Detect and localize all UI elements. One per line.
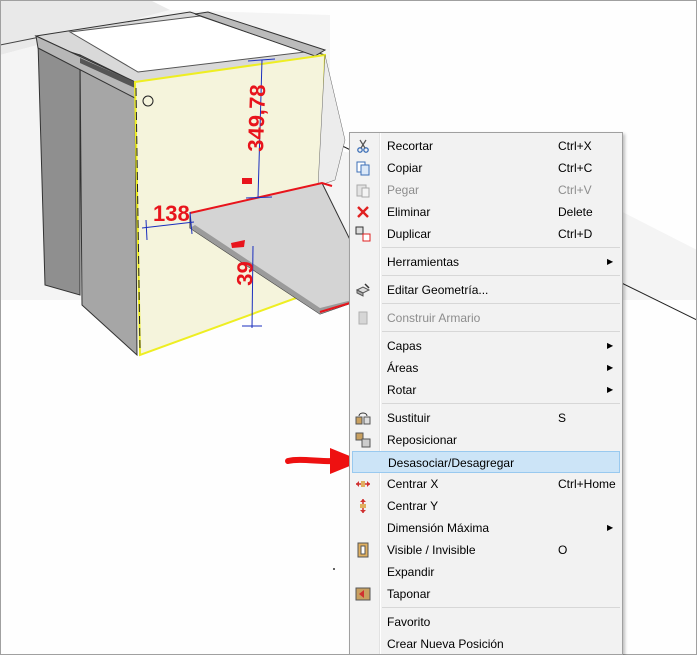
build-cabinet-icon <box>358 311 368 325</box>
menu-label: Desasociar/Desagregar <box>388 456 515 470</box>
menu-label: Crear Nueva Posición <box>387 637 504 651</box>
menu-label: Expandir <box>387 565 435 579</box>
menu-label: Visible / Invisible <box>387 543 476 557</box>
menu-item-expandir[interactable]: Expandir <box>352 561 620 583</box>
menu-label: Centrar X <box>387 477 439 491</box>
edit-geometry-icon <box>355 283 371 297</box>
menu-label: Duplicar <box>387 227 432 241</box>
menu-item-dimension-maxima[interactable]: Dimensión Máxima ▶ <box>352 517 620 539</box>
menu-item-construir-armario[interactable]: Construir Armario <box>352 307 620 329</box>
menu-item-visible-invisible[interactable]: Visible / Invisible O <box>352 539 620 561</box>
reposition-icon <box>355 432 371 448</box>
visibility-icon <box>357 542 369 558</box>
submenu-arrow-icon: ▶ <box>607 257 614 266</box>
menu-item-favorito[interactable]: Favorito <box>352 611 620 633</box>
menu-label: Dimensión Máxima <box>387 521 490 535</box>
menu-label: Construir Armario <box>387 311 481 325</box>
menu-item-rotar[interactable]: Rotar ▶ <box>352 379 620 401</box>
menu-shortcut: Ctrl+X <box>558 139 592 153</box>
menu-item-duplicar[interactable]: Duplicar Ctrl+D <box>352 223 620 245</box>
menu-shortcut: Delete <box>558 205 593 219</box>
menu-label: Reposicionar <box>387 433 458 447</box>
submenu-arrow-icon: ▶ <box>607 385 614 394</box>
menu-item-taponar[interactable]: Taponar <box>352 583 620 605</box>
menu-label: Editar Geometría... <box>387 283 489 297</box>
menu-shortcut: Ctrl+D <box>558 227 593 241</box>
menu-shortcut: S <box>558 411 567 425</box>
duplicate-icon <box>355 226 371 242</box>
menu-label: Taponar <box>387 587 431 601</box>
menu-item-crear-nueva-posicion[interactable]: Crear Nueva Posición <box>352 633 620 655</box>
submenu-arrow-icon: ▶ <box>607 523 614 532</box>
menu-item-centrar-x[interactable]: Centrar X Ctrl+Home <box>352 473 620 495</box>
plug-icon <box>355 587 371 601</box>
menu-label: Favorito <box>387 615 431 629</box>
menu-label: Sustituir <box>387 411 431 425</box>
menu-label: Rotar <box>387 383 417 397</box>
menu-shortcut: Ctrl+C <box>558 161 593 175</box>
menu-label: Capas <box>387 339 422 353</box>
menu-label: Eliminar <box>387 205 431 219</box>
menu-label: Herramientas <box>387 255 460 269</box>
menu-item-eliminar[interactable]: Eliminar Delete <box>352 201 620 223</box>
menu-item-editar-geometria[interactable]: Editar Geometría... <box>352 279 620 301</box>
menu-item-herramientas[interactable]: Herramientas ▶ <box>352 251 620 273</box>
center-y-icon <box>360 499 366 513</box>
submenu-arrow-icon: ▶ <box>607 341 614 350</box>
delete-x-icon <box>357 206 369 218</box>
menu-label: Copiar <box>387 161 423 175</box>
menu-shortcut: Ctrl+V <box>558 183 592 197</box>
menu-item-pegar[interactable]: Pegar Ctrl+V <box>352 179 620 201</box>
menu-label: Pegar <box>387 183 420 197</box>
menu-label: Recortar <box>387 139 434 153</box>
context-menu: Recortar Ctrl+X Copiar Ctrl+C Pegar Ctrl… <box>349 132 623 655</box>
scissors-icon <box>357 139 369 153</box>
cabinet-door-left <box>37 41 81 296</box>
submenu-arrow-icon: ▶ <box>607 363 614 372</box>
menu-label: Centrar Y <box>387 499 439 513</box>
menu-shortcut: Ctrl+Home <box>558 477 616 491</box>
copy-icon <box>356 161 370 176</box>
substitute-icon <box>355 412 371 425</box>
svg-text:349,78: 349,78 <box>243 84 270 152</box>
menu-shortcut: O <box>558 543 568 557</box>
menu-item-desasociar[interactable]: Desasociar/Desagregar <box>352 451 620 473</box>
menu-item-sustituir[interactable]: Sustituir S <box>352 407 620 429</box>
menu-item-capas[interactable]: Capas ▶ <box>352 335 620 357</box>
menu-item-copiar[interactable]: Copiar Ctrl+C <box>352 157 620 179</box>
svg-text:138: 138 <box>153 201 190 226</box>
menu-label: Áreas <box>387 361 419 375</box>
cabinet-door-right <box>79 54 138 357</box>
svg-text:39: 39 <box>232 261 258 286</box>
menu-item-centrar-y[interactable]: Centrar Y <box>352 495 620 517</box>
menu-item-areas[interactable]: Áreas ▶ <box>352 357 620 379</box>
center-x-icon <box>356 481 370 487</box>
menu-item-reposicionar[interactable]: Reposicionar <box>352 429 620 451</box>
paste-icon <box>356 184 370 198</box>
menu-item-recortar[interactable]: Recortar Ctrl+X <box>352 135 620 157</box>
